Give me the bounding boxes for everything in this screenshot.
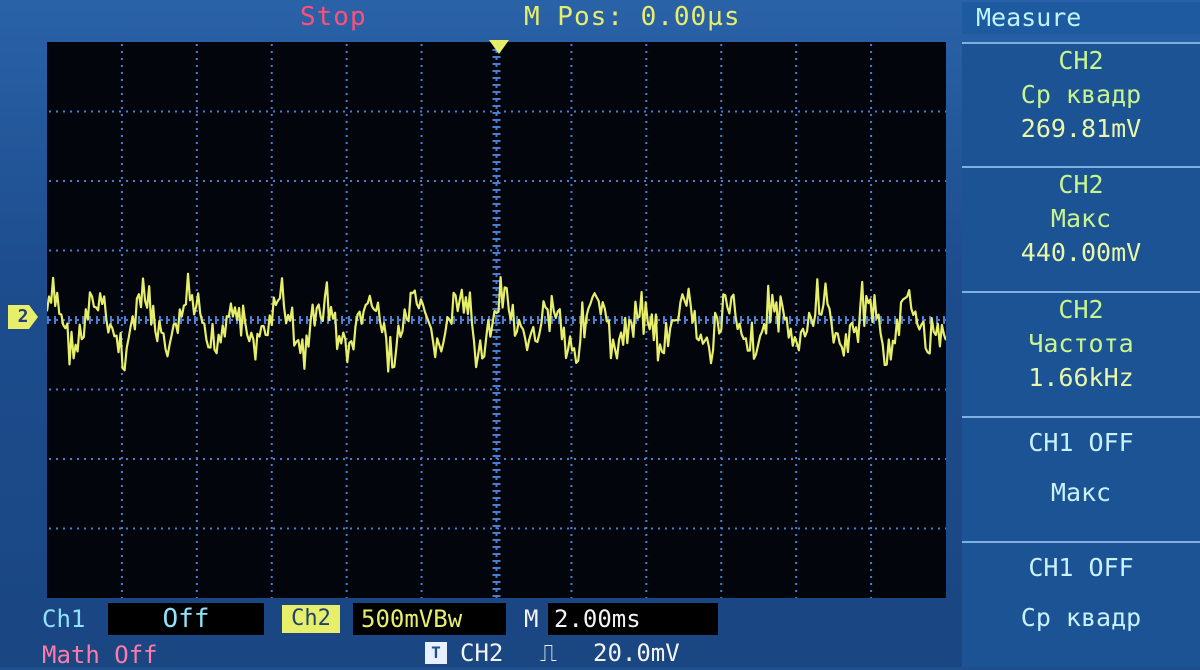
ch2-scale[interactable]: 500mVBw [353,603,506,635]
waveform-display [47,42,946,598]
measure-panel-5[interactable]: CH1 OFF Ср квадр [962,541,1200,667]
measure-value: 269.81mV [1020,114,1142,143]
trigger-level[interactable]: 20.0mV [593,638,680,668]
waveform-svg [47,42,946,598]
math-state[interactable]: Math Off [42,640,158,670]
measure-type: Ср квадр [1020,80,1142,109]
measure-value: 440.00mV [1020,238,1142,267]
trigger-source[interactable]: CH2 [460,638,503,668]
ch2-label[interactable]: Ch2 [282,605,340,633]
trigger-position-marker [489,40,509,54]
rising-edge-icon: ⎍ [540,639,557,667]
timebase-label: M [524,605,539,633]
measure-panel-1[interactable]: CH2 Ср квадр 269.81mV [962,42,1200,166]
measure-channel: CH2 [1058,46,1104,75]
measure-panel-3[interactable]: CH2 Частота 1.66kHz [962,291,1200,416]
run-state: Stop [300,2,367,32]
measure-type: Частота [1028,329,1134,358]
trigger-icon: T [425,642,447,664]
measure-type: Ср квадр [1020,603,1142,632]
measure-type: Макс [1050,204,1112,233]
measure-value: 1.66kHz [1028,363,1134,392]
timebase-value[interactable]: 2.00ms [548,603,718,635]
measure-panel-2[interactable]: CH2 Макс 440.00mV [962,166,1200,291]
ch1-label: Ch1 [42,605,86,633]
measure-channel: CH1 OFF [1028,428,1134,457]
ch1-state[interactable]: Off [108,603,264,635]
measure-channel: CH2 [1058,295,1104,324]
measure-panel-4[interactable]: CH1 OFF Макс [962,416,1200,541]
horizontal-position: M Pos: 0.00µs [524,2,741,32]
measure-channel: CH1 OFF [1028,553,1134,582]
measure-title: Measure [962,2,1200,34]
measure-channel: CH2 [1058,170,1104,199]
measure-type: Макс [1050,478,1112,507]
